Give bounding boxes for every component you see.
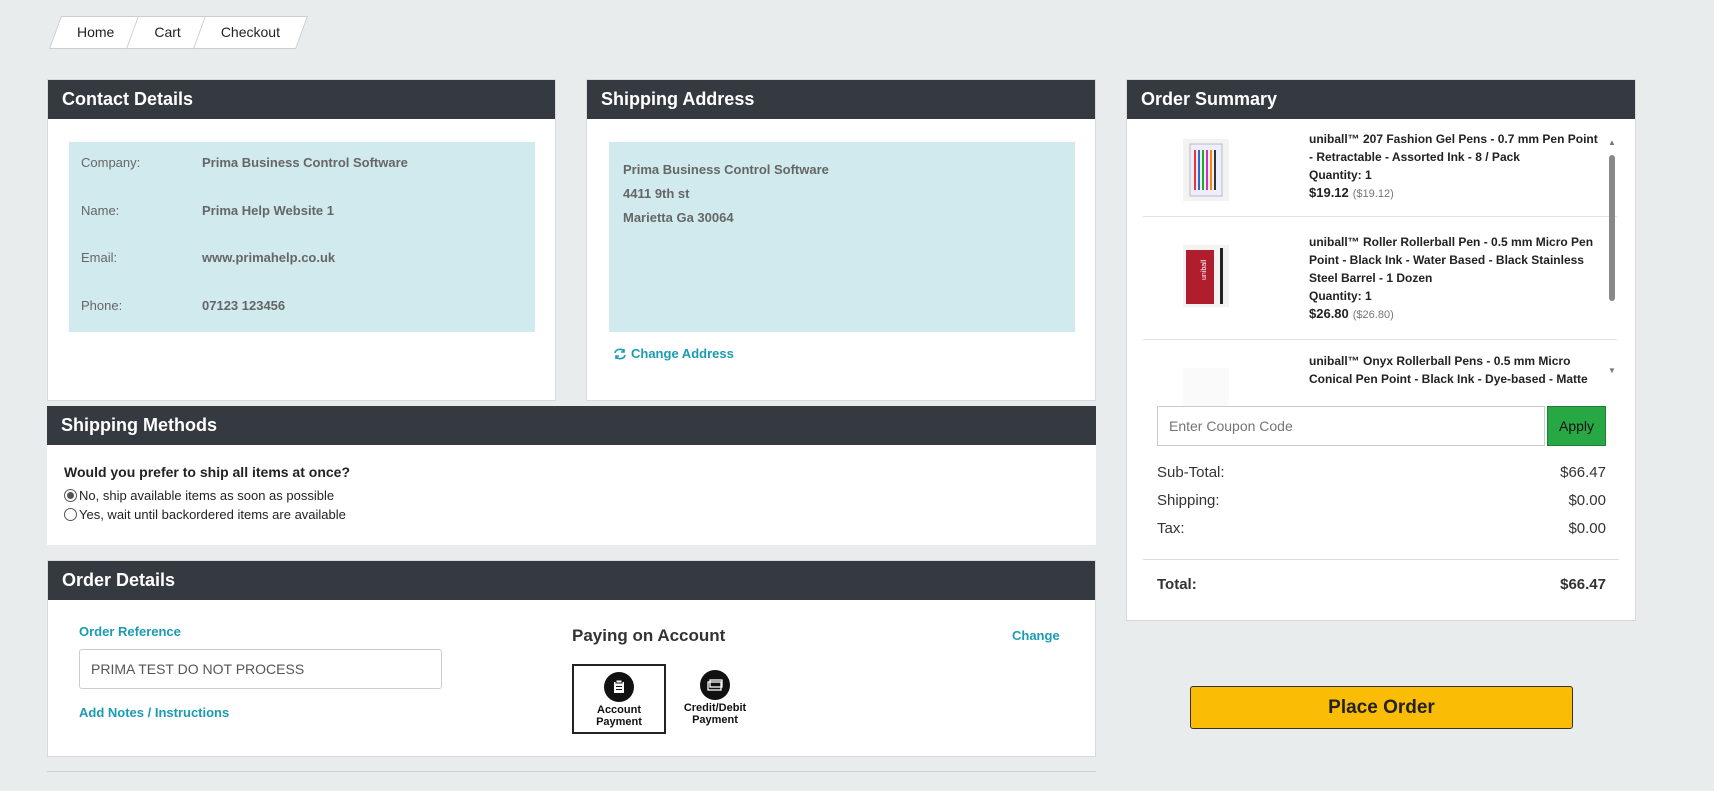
scroll-up-icon[interactable]: ▲ (1608, 138, 1616, 147)
divider (1143, 559, 1619, 560)
item-unit-price: ($19.12) (1352, 188, 1394, 200)
product-image: uniball (1183, 245, 1229, 307)
document-icon (604, 672, 634, 702)
order-item: uniball™ Onyx Rollerball Pens - 0.5 mm M… (1143, 340, 1617, 430)
address-line: Prima Business Control Software (623, 162, 829, 177)
item-quantity: Quantity: 1 (1309, 168, 1372, 182)
address-box: Prima Business Control Software 4411 9th… (609, 142, 1075, 332)
product-image (1183, 139, 1229, 201)
contact-info-box: Company: Prima Business Control Software … (69, 142, 535, 332)
order-summary-title: Order Summary (1127, 80, 1635, 119)
scroll-thumb[interactable] (1609, 155, 1615, 301)
card-payment-option[interactable]: Credit/Debit Payment (668, 664, 762, 734)
order-reference-label: Order Reference (79, 624, 181, 639)
breadcrumb-cart[interactable]: Cart (132, 16, 202, 49)
order-details-panel: Order Details Order Reference Add Notes … (47, 560, 1096, 757)
contact-row-phone: Phone: 07123 123456 (81, 298, 286, 313)
order-summary-panel: Order Summary uniball™ 207 Fashion Gel P… (1126, 79, 1636, 621)
coupon-input[interactable] (1157, 406, 1545, 446)
shipping-methods-panel: Shipping Methods Would you prefer to shi… (47, 406, 1096, 545)
item-name: uniball™ Onyx Rollerball Pens - 0.5 mm M… (1309, 354, 1588, 386)
divider (47, 771, 1096, 772)
contact-details-title: Contact Details (48, 80, 555, 119)
order-details-title: Order Details (48, 561, 1095, 600)
account-payment-option[interactable]: Account Payment (572, 664, 666, 734)
refresh-icon (614, 348, 626, 359)
shipping-address-panel: Shipping Address Prima Business Control … (586, 79, 1096, 401)
breadcrumb-home[interactable]: Home (55, 16, 136, 49)
tax-row: Tax: $0.00 (1157, 520, 1606, 537)
items-scrollbar[interactable]: ▲ ▼ (1608, 138, 1616, 378)
change-payment-link[interactable]: Change (1012, 628, 1060, 643)
order-item: uniball™ 207 Fashion Gel Pens - 0.7 mm P… (1143, 130, 1617, 217)
address-line: 4411 9th st (623, 186, 690, 201)
shipping-address-title: Shipping Address (587, 80, 1095, 119)
radio-unselected[interactable] (64, 508, 77, 521)
item-price: $26.80 (1309, 306, 1349, 321)
ship-question: Would you prefer to ship all items at on… (64, 464, 351, 480)
place-order-button[interactable]: Place Order (1190, 686, 1573, 729)
breadcrumb-checkout[interactable]: Checkout (199, 16, 302, 49)
item-name: uniball™ Roller Rollerball Pen - 0.5 mm … (1309, 235, 1594, 285)
card-icon (700, 670, 730, 700)
scroll-down-icon[interactable]: ▼ (1608, 366, 1616, 375)
order-reference-input[interactable] (79, 649, 442, 689)
item-quantity: Quantity: 1 (1309, 289, 1372, 303)
breadcrumb: Home Cart Checkout (55, 16, 298, 49)
ship-option-now[interactable]: No, ship available items as soon as poss… (64, 488, 334, 503)
contact-details-panel: Contact Details Company: Prima Business C… (47, 79, 556, 401)
payment-title: Paying on Account (572, 626, 726, 645)
total-row: Total: $66.47 (1157, 576, 1606, 593)
svg-text:uniball: uniball (1201, 259, 1208, 280)
shipping-methods-title: Shipping Methods (47, 406, 1096, 445)
subtotal-row: Sub-Total: $66.47 (1157, 464, 1606, 481)
change-address-link[interactable]: Change Address (613, 346, 734, 361)
contact-row-name: Name: Prima Help Website 1 (81, 203, 334, 218)
shipping-row: Shipping: $0.00 (1157, 492, 1606, 509)
contact-row-email: Email: www.primahelp.co.uk (81, 250, 336, 265)
ship-option-wait[interactable]: Yes, wait until backordered items are av… (64, 507, 346, 522)
item-unit-price: ($26.80) (1352, 309, 1394, 321)
order-item: uniball uniball™ Roller Rollerball Pen -… (1143, 217, 1617, 340)
address-line: Marietta Ga 30064 (623, 210, 734, 225)
contact-row-company: Company: Prima Business Control Software (81, 155, 408, 170)
item-name: uniball™ 207 Fashion Gel Pens - 0.7 mm P… (1309, 132, 1598, 164)
radio-selected[interactable] (64, 489, 77, 502)
apply-coupon-button[interactable]: Apply (1547, 406, 1606, 446)
item-price: $19.12 (1309, 185, 1349, 200)
add-notes-link[interactable]: Add Notes / Instructions (79, 705, 229, 720)
